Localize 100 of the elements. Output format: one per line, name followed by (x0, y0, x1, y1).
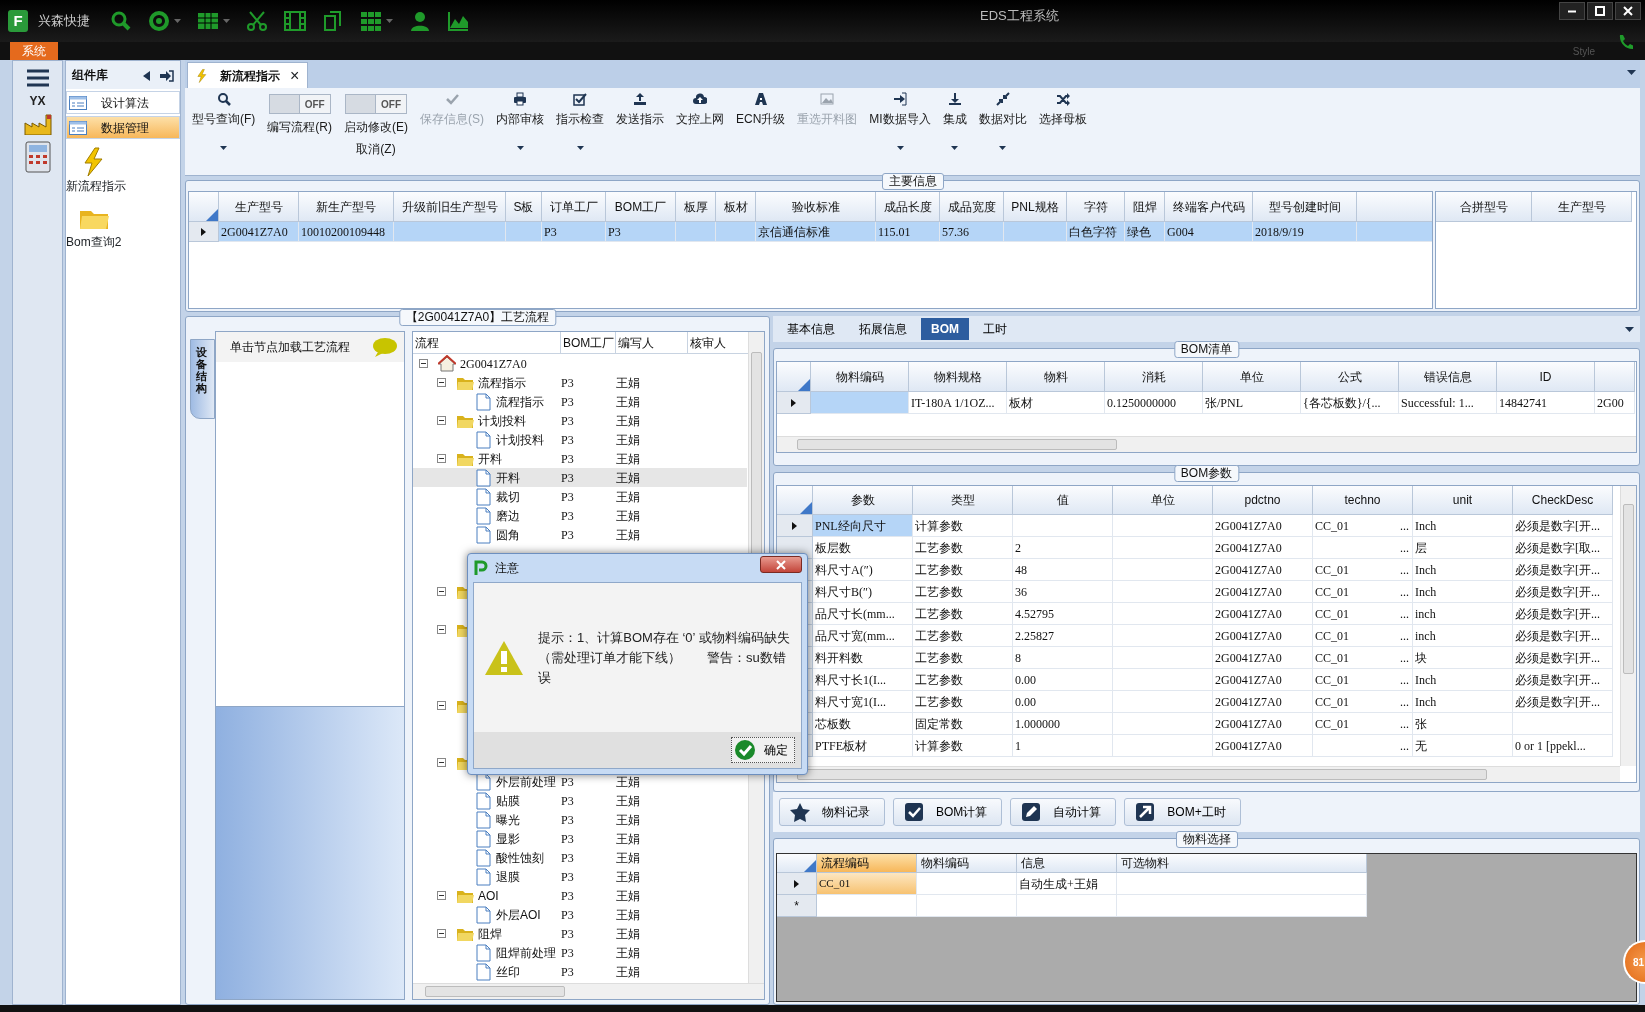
table-cell: 绿色 (1125, 222, 1165, 242)
table-cell: 必须是数字[开... (1513, 647, 1613, 669)
table-cell: 2 (1013, 537, 1113, 559)
table-cell-text: CC_01 (1315, 583, 1349, 601)
table-cell-text: CC_01 (1315, 693, 1349, 711)
group-title: BOM清单 (1173, 341, 1240, 358)
table-cell-text: 王娟 (616, 431, 641, 449)
table-cell-text: P3 (561, 393, 575, 411)
table-cell-text: P3 (561, 830, 575, 848)
toggle-label: 启动修改(E) (344, 119, 408, 136)
table-cell: 块 (1413, 647, 1513, 669)
table-cell-text: P3 (561, 849, 575, 867)
table-cell: 1 (1013, 735, 1113, 757)
table-cell: inch (1413, 625, 1513, 647)
rail-logo-text: YX (29, 95, 46, 107)
table-cell: 层 (1413, 537, 1513, 559)
table-cell: 工艺参数 (913, 691, 1013, 713)
table-cell: 10010200109448 (299, 222, 394, 242)
table-cell: 14842741 (1497, 392, 1595, 414)
table-cell-text: P3 (561, 450, 575, 468)
table-cell: 工艺参数 (913, 537, 1013, 559)
table-cell-text: CC_01 (1315, 715, 1349, 733)
table-cell: 板材 (1007, 392, 1105, 414)
group-title: 【2G0041Z7A0】工艺流程 (398, 309, 557, 326)
table-cell: 必须是数字[开... (1513, 581, 1613, 603)
table-cell: 工艺参数 (913, 603, 1013, 625)
table-cell: 2G0041Z7A0 (1213, 537, 1313, 559)
table-cell: Successful: 1... (1399, 392, 1497, 414)
dialog-message: 提示：1、计算BOM存在 ‘0’ 或物料编码缺失（需处理订单才能下线） 警告：su数错误 (538, 628, 791, 687)
table-cell-text: 王娟 (616, 507, 641, 525)
table-cell: 白色字符 (1067, 222, 1125, 242)
table-cell: 料尺寸B(″) (813, 581, 913, 603)
style-label: Style (1572, 45, 1595, 59)
table-cell-text: P3 (561, 811, 575, 829)
table-cell: 必须是数字[取... (1513, 537, 1613, 559)
table-cell: 料尺寸宽1(I... (813, 691, 913, 713)
window-title: EDS工程系统 (980, 7, 1059, 25)
table-cell-text: CC_01 (1315, 649, 1349, 667)
table-cell: 工艺参数 (913, 625, 1013, 647)
table-cell-text: P3 (561, 526, 575, 544)
table-cell-text: 王娟 (616, 944, 641, 962)
table-cell: 张 (1413, 713, 1513, 735)
table-cell: 2G0041Z7A0 (1213, 647, 1313, 669)
table-cell-text: 王娟 (616, 412, 641, 430)
table-cell-text: CC_01 (1315, 517, 1349, 535)
table-cell: 固定常数 (913, 713, 1013, 735)
table-cell: 2G00 (1595, 392, 1635, 414)
table-cell: Inch (1413, 515, 1513, 537)
table-cell: 计算参数 (913, 515, 1013, 537)
table-cell: CC_01 (817, 873, 917, 895)
table-cell: 料开料数 (813, 647, 913, 669)
table-cell: 计算参数 (913, 735, 1013, 757)
table-cell: 2G0041Z7A0 (1213, 713, 1313, 735)
table-cell: 工艺参数 (913, 559, 1013, 581)
table-cell: 2G0041Z7A0 (1213, 735, 1313, 757)
group-title: BOM参数 (1173, 465, 1240, 482)
table-cell-text: 王娟 (616, 526, 641, 544)
table-cell-text: P3 (561, 925, 575, 943)
table-cell-text: 王娟 (616, 773, 641, 791)
table-cell: 必须是数字[开... (1513, 603, 1613, 625)
table-cell: inch (1413, 603, 1513, 625)
table-cell: 京信通信标准 (756, 222, 876, 242)
table-cell-text: P3 (561, 773, 575, 791)
table-cell: P3 (606, 222, 676, 242)
table-cell: 无 (1413, 735, 1513, 757)
table-cell-text: P3 (561, 431, 575, 449)
table-cell-text: 王娟 (616, 450, 641, 468)
table-cell: PNL经向尺寸 (813, 515, 913, 537)
table-cell-text: 王娟 (616, 887, 641, 905)
table-cell: Inch (1413, 559, 1513, 581)
table-cell: {各芯板数}/{... (1301, 392, 1399, 414)
table-cell-text: P3 (561, 963, 575, 981)
table-cell-text: P3 (561, 412, 575, 430)
table-cell: 工艺参数 (913, 581, 1013, 603)
table-cell-text: P3 (561, 887, 575, 905)
table-cell-text: P3 (561, 944, 575, 962)
table-cell: 必须是数字[开... (1513, 625, 1613, 647)
table-cell: 57.36 (940, 222, 1004, 242)
table-cell: 品尺寸长(mm... (813, 603, 913, 625)
table-cell-text: 王娟 (616, 830, 641, 848)
toggle-label: 编写流程(R) (267, 119, 332, 136)
table-cell-text: P3 (561, 469, 575, 487)
table-cell: IT-180A 1/1OZ... (909, 392, 1007, 414)
table-cell: 0.1250000000 (1105, 392, 1203, 414)
table-cell: 2G0041Z7A0 (1213, 515, 1313, 537)
table-cell: 芯板数 (813, 713, 913, 735)
app-logo: F (8, 10, 28, 32)
toggle-sublabel: 取消(Z) (356, 141, 396, 158)
table-cell: 工艺参数 (913, 647, 1013, 669)
table-cell: 115.01 (876, 222, 940, 242)
table-cell-text: CC_01 (1315, 605, 1349, 623)
table-cell-text: 王娟 (616, 374, 641, 392)
table-cell-text: 王娟 (616, 849, 641, 867)
table-cell: 2G0041Z7A0 (1213, 669, 1313, 691)
table-cell-text: P3 (561, 488, 575, 506)
panel-title: 组件库 (72, 67, 108, 84)
table-cell: 料尺寸A(″) (813, 559, 913, 581)
hint-text: 单击节点加载工艺流程 (230, 339, 350, 356)
table-cell-text: 王娟 (616, 811, 641, 829)
table-cell: 2018/9/19 (1253, 222, 1357, 242)
